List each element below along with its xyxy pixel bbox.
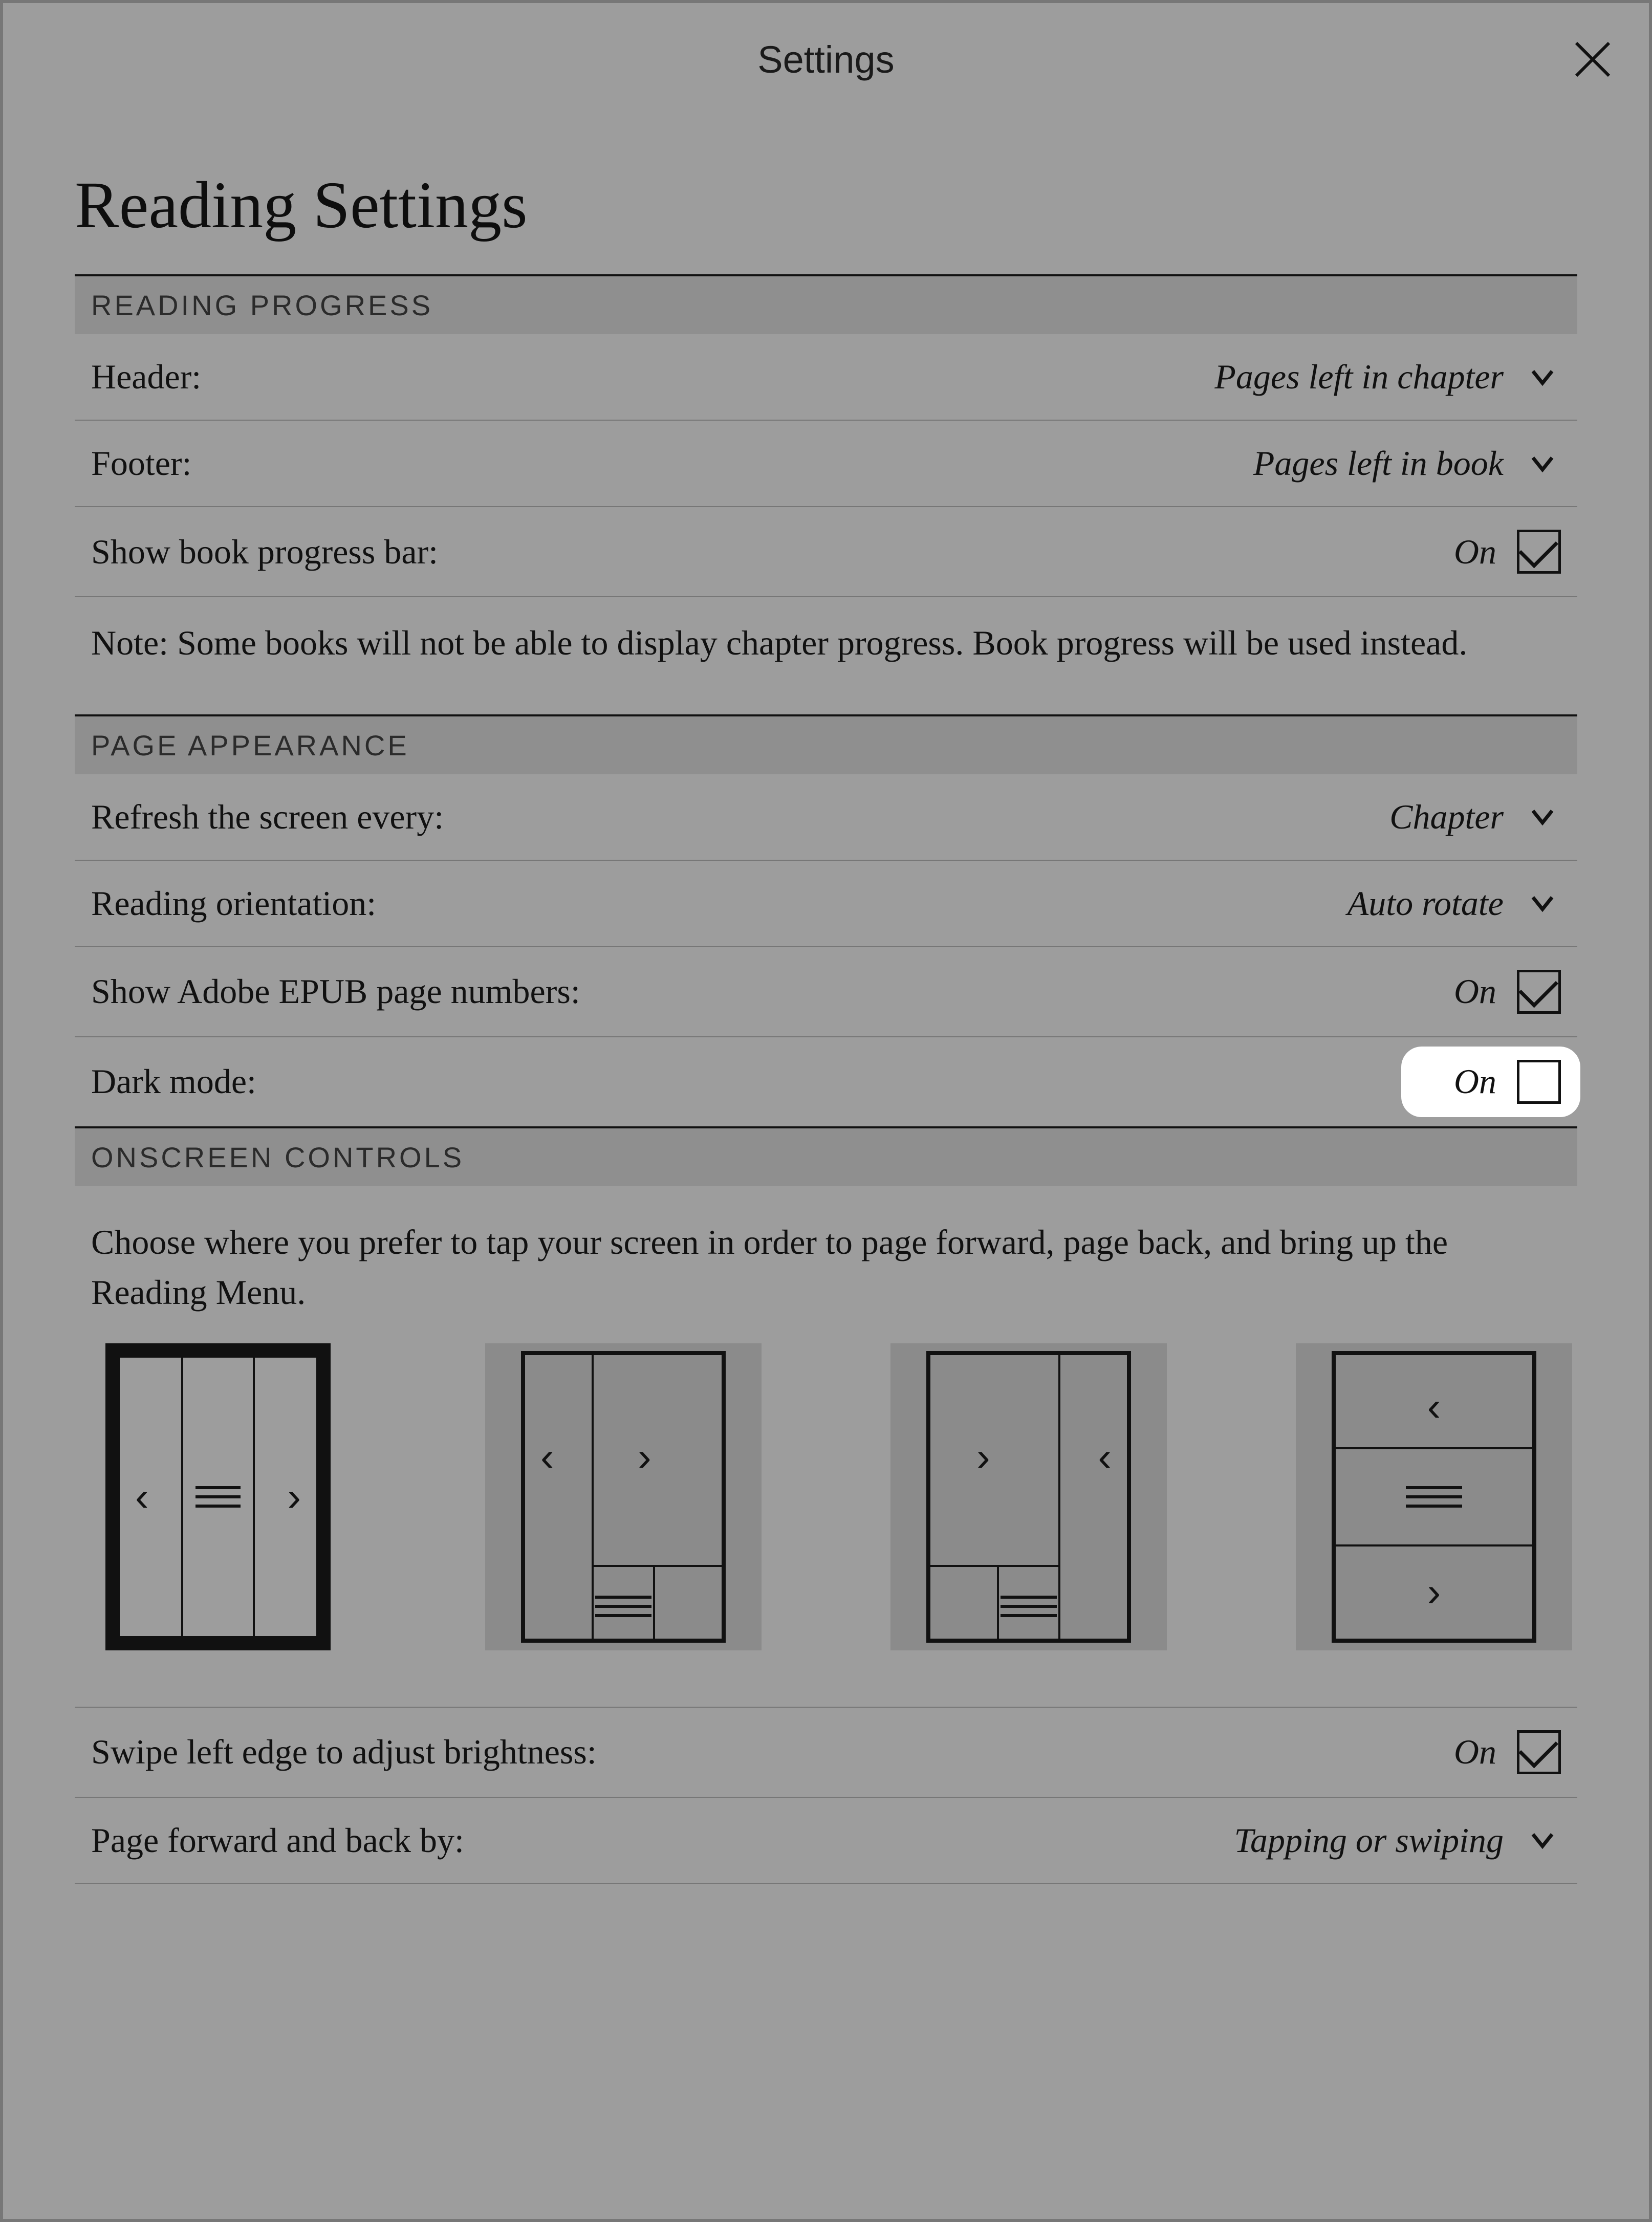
row-show-progress-bar[interactable]: Show book progress bar: On (75, 507, 1577, 597)
row-value: On (1454, 532, 1496, 572)
chevron-left-icon: ‹ (540, 1433, 554, 1480)
tap-layout-options: ‹ › ‹ › (75, 1343, 1577, 1708)
row-value: Tapping or swiping (1234, 1820, 1504, 1861)
chevron-right-icon: › (1427, 1569, 1441, 1616)
tap-layout-option-4[interactable]: ‹ › (1296, 1343, 1572, 1650)
row-label: Page forward and back by: (91, 1820, 464, 1861)
row-refresh-screen[interactable]: Refresh the screen every: Chapter (75, 774, 1577, 861)
checkbox-show-progress-bar[interactable] (1517, 530, 1561, 574)
menu-icon (1001, 1596, 1057, 1617)
row-swipe-brightness[interactable]: Swipe left edge to adjust brightness: On (75, 1708, 1577, 1798)
row-value: Pages left in book (1253, 443, 1504, 484)
menu-icon (195, 1486, 241, 1508)
section-header-onscreen-controls: ONSCREEN CONTROLS (75, 1128, 1577, 1186)
close-button[interactable] (1572, 39, 1613, 80)
tap-layout-option-2[interactable]: ‹ › (485, 1343, 762, 1650)
checkbox-dark-mode[interactable] (1517, 1060, 1561, 1104)
chevron-left-icon: ‹ (1427, 1383, 1441, 1430)
row-reading-orientation[interactable]: Reading orientation: Auto rotate (75, 861, 1577, 947)
row-value: On (1454, 971, 1496, 1012)
row-value: Pages left in chapter (1214, 357, 1504, 397)
row-value: Auto rotate (1347, 883, 1504, 924)
chevron-right-icon: › (976, 1433, 990, 1480)
chevron-left-icon: ‹ (135, 1473, 149, 1520)
row-label: Show Adobe EPUB page numbers: (91, 971, 580, 1012)
reading-progress-note: Note: Some books will not be able to dis… (75, 597, 1577, 714)
section-header-page-appearance: PAGE APPEARANCE (75, 716, 1577, 774)
checkbox-adobe-epub[interactable] (1517, 970, 1561, 1014)
chevron-down-icon (1524, 1822, 1561, 1859)
section-header-reading-progress: READING PROGRESS (75, 276, 1577, 334)
close-icon (1572, 39, 1613, 80)
row-label: Header: (91, 357, 201, 397)
chevron-right-icon: › (638, 1433, 651, 1480)
chevron-left-icon: ‹ (1098, 1433, 1112, 1480)
row-value: On (1454, 1732, 1496, 1772)
onscreen-controls-instructions: Choose where you prefer to tap your scre… (75, 1186, 1577, 1343)
chevron-down-icon (1524, 359, 1561, 396)
checkbox-swipe-brightness[interactable] (1517, 1730, 1561, 1774)
menu-icon (1406, 1486, 1462, 1508)
row-label: Swipe left edge to adjust brightness: (91, 1732, 597, 1772)
section-onscreen-controls: ONSCREEN CONTROLS Choose where you prefe… (75, 1126, 1577, 1884)
row-label: Refresh the screen every: (91, 797, 444, 837)
row-label: Show book progress bar: (91, 532, 438, 572)
chevron-down-icon (1524, 445, 1561, 482)
menu-icon (595, 1596, 651, 1617)
row-dark-mode[interactable]: Dark mode: On (75, 1037, 1577, 1126)
section-page-appearance: PAGE APPEARANCE Refresh the screen every… (75, 714, 1577, 1126)
row-label: Footer: (91, 443, 191, 484)
section-reading-progress: READING PROGRESS Header: Pages left in c… (75, 274, 1577, 714)
chevron-down-icon (1524, 798, 1561, 835)
tap-layout-option-3[interactable]: › ‹ (890, 1343, 1167, 1650)
row-label: Reading orientation: (91, 883, 376, 924)
row-page-forward-back[interactable]: Page forward and back by: Tapping or swi… (75, 1798, 1577, 1884)
row-value: On (1454, 1061, 1496, 1102)
page-title: Reading Settings (75, 167, 1577, 244)
chevron-right-icon: › (287, 1473, 301, 1520)
modal-title: Settings (757, 38, 894, 81)
row-value: Chapter (1389, 797, 1504, 837)
modal-header: Settings (3, 3, 1649, 116)
row-footer[interactable]: Footer: Pages left in book (75, 421, 1577, 507)
chevron-down-icon (1524, 885, 1561, 922)
row-label: Dark mode: (91, 1061, 256, 1102)
tap-layout-option-1[interactable]: ‹ › (80, 1343, 356, 1650)
row-header[interactable]: Header: Pages left in chapter (75, 334, 1577, 421)
row-adobe-epub[interactable]: Show Adobe EPUB page numbers: On (75, 947, 1577, 1037)
